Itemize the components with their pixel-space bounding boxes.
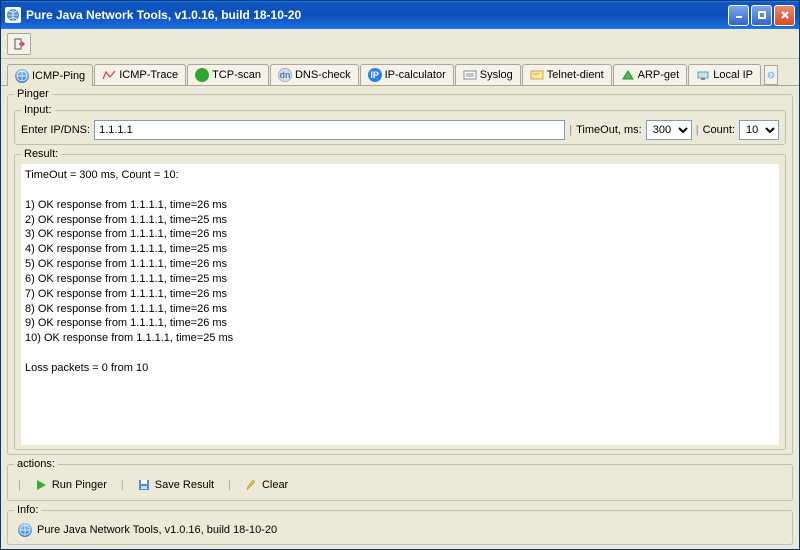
tab-tcp-scan[interactable]: TCP-scan [187,64,269,85]
exit-button[interactable] [7,33,31,55]
toolbar [1,29,799,59]
result-legend: Result: [21,148,61,160]
broom-icon [245,479,257,491]
clear-label: Clear [262,479,288,491]
actions-group: actions: | Run Pinger | Save Result | Cl… [7,458,793,501]
tab-ip-calculator[interactable]: IP IP-calculator [360,64,454,85]
save-icon [138,479,150,491]
titlebar: Pure Java Network Tools, v1.0.16, build … [1,1,799,29]
localip-icon [696,68,710,82]
input-legend: Input: [21,104,55,116]
info-legend: Info: [14,504,41,516]
trace-icon [102,68,116,82]
input-group: Input: Enter IP/DNS: | TimeOut, ms: 300 … [14,104,786,145]
tab-label: ARP-get [638,69,680,81]
green-dot-icon [195,68,209,82]
app-window: Pure Java Network Tools, v1.0.16, build … [0,0,800,550]
actions-legend: actions: [14,458,58,470]
play-icon [35,479,47,491]
globe-icon [18,523,32,537]
clear-button[interactable]: Clear [237,476,296,494]
tab-label: Local IP [713,69,753,81]
pinger-group: Pinger Input: Enter IP/DNS: | TimeOut, m… [7,88,793,455]
tabs-scroll-right[interactable] [764,65,778,85]
run-pinger-button[interactable]: Run Pinger [27,476,115,494]
ip-input[interactable] [94,120,565,140]
window-title: Pure Java Network Tools, v1.0.16, build … [26,8,728,22]
tab-syslog[interactable]: Syslog [455,64,521,85]
tab-dns-check[interactable]: dn DNS-check [270,64,359,85]
pinger-panel: Pinger Input: Enter IP/DNS: | TimeOut, m… [1,86,799,549]
tab-local-ip[interactable]: Local IP [688,64,761,85]
result-group: Result: TimeOut = 300 ms, Count = 10: 1)… [14,148,786,450]
tab-label: ICMP-Ping [32,70,85,82]
info-group: Info: Pure Java Network Tools, v1.0.16, … [7,504,793,545]
tab-label: Syslog [480,69,513,81]
timeout-select[interactable]: 300 [646,120,692,140]
ip-icon: IP [368,68,382,82]
run-label: Run Pinger [52,479,107,491]
pinger-legend: Pinger [14,88,52,100]
minimize-button[interactable] [728,5,749,26]
tab-telnet-client[interactable]: Telnet-dient [522,64,612,85]
result-text[interactable]: TimeOut = 300 ms, Count = 10: 1) OK resp… [21,164,779,445]
count-label: Count: [703,124,735,136]
timeout-label: TimeOut, ms: [576,124,642,136]
dns-icon: dn [278,68,292,82]
tabs: ICMP-Ping ICMP-Trace TCP-scan dn DNS-che… [1,59,799,86]
info-text: Pure Java Network Tools, v1.0.16, build … [37,524,277,536]
count-select[interactable]: 10 [739,120,779,140]
ip-label: Enter IP/DNS: [21,124,90,136]
tab-icmp-ping[interactable]: ICMP-Ping [7,64,93,86]
exit-icon [12,37,26,51]
save-label: Save Result [155,479,214,491]
tab-icmp-trace[interactable]: ICMP-Trace [94,64,186,85]
tab-label: TCP-scan [212,69,261,81]
arp-icon [621,68,635,82]
window-buttons [728,5,795,26]
tab-label: ICMP-Trace [119,69,178,81]
chevron-right-icon [767,71,775,79]
tab-label: IP-calculator [385,69,446,81]
close-button[interactable] [774,5,795,26]
tab-arp-get[interactable]: ARP-get [613,64,688,85]
app-icon [5,7,21,23]
maximize-button[interactable] [751,5,772,26]
tab-label: Telnet-dient [547,69,604,81]
globe-icon [15,69,29,83]
telnet-icon [530,68,544,82]
syslog-icon [463,68,477,82]
tab-label: DNS-check [295,69,351,81]
save-result-button[interactable]: Save Result [130,476,222,494]
